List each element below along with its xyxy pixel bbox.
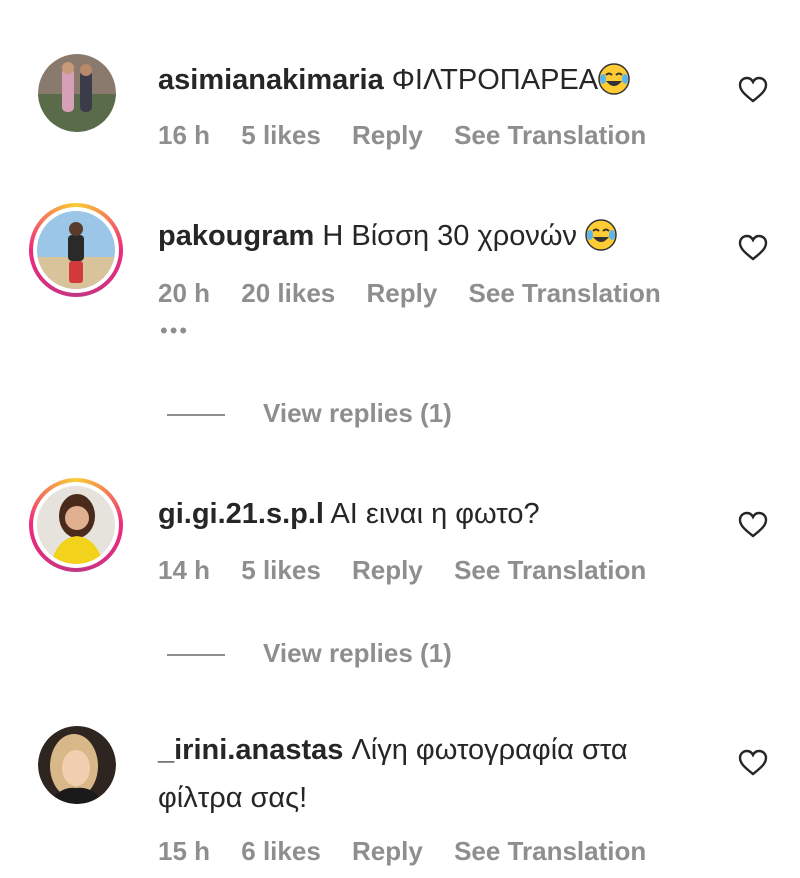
reply-button[interactable]: Reply xyxy=(366,278,437,308)
more-options-icon[interactable]: ••• xyxy=(160,318,189,344)
divider-line xyxy=(167,654,225,657)
avatar-photo xyxy=(37,486,115,564)
comment-meta: 16 h 5 likes Reply See Translation xyxy=(158,120,670,151)
reply-button[interactable]: Reply xyxy=(352,120,423,150)
view-replies-button[interactable]: View replies (1) xyxy=(167,638,452,669)
likes-count[interactable]: 5 likes xyxy=(241,120,321,150)
likes-count[interactable]: 5 likes xyxy=(241,555,321,585)
timestamp: 14 h xyxy=(158,555,211,585)
comment-meta: 20 h 20 likes Reply See Translation xyxy=(158,278,685,309)
timestamp: 15 h xyxy=(158,836,211,866)
timestamp: 16 h xyxy=(158,120,211,150)
see-translation-button[interactable]: See Translation xyxy=(454,555,646,585)
username[interactable]: asimianakimaria xyxy=(158,64,384,96)
avatar[interactable] xyxy=(29,478,123,572)
username[interactable]: _irini.anastas xyxy=(158,734,343,766)
avatar-photo xyxy=(37,211,115,289)
heart-outline-icon[interactable] xyxy=(738,76,768,104)
username[interactable]: gi.gi.21.s.p.l xyxy=(158,498,324,530)
likes-count[interactable]: 6 likes xyxy=(241,836,321,866)
comment-body-line-2: φίλτρα σας! xyxy=(158,782,308,814)
username[interactable]: pakougram xyxy=(158,220,314,252)
avatar[interactable] xyxy=(38,726,116,804)
comment-body: Η Βίσση 30 χρονών xyxy=(322,220,577,252)
comment-meta: 14 h 5 likes Reply See Translation xyxy=(158,555,670,586)
tears-of-joy-emoji xyxy=(598,63,630,104)
divider-line xyxy=(167,414,225,417)
view-replies-label: View replies (1) xyxy=(263,398,452,428)
likes-count[interactable]: 20 likes xyxy=(241,278,335,308)
comment-body: ΦΙΛΤΡΟΠΑΡΕΑ xyxy=(391,64,599,96)
tears-of-joy-emoji xyxy=(585,219,617,260)
reply-button[interactable]: Reply xyxy=(352,836,423,866)
timestamp: 20 h xyxy=(158,278,211,308)
heart-outline-icon[interactable] xyxy=(738,234,768,262)
comment-body: AI ειναι η φωτο? xyxy=(330,498,540,530)
avatar[interactable] xyxy=(38,54,116,132)
view-replies-button[interactable]: View replies (1) xyxy=(167,398,452,429)
comment-text: asimianakimaria ΦΙΛΤΡΟΠΑΡΕΑ xyxy=(158,62,630,104)
avatar-photo xyxy=(38,726,116,804)
see-translation-button[interactable]: See Translation xyxy=(454,836,646,866)
see-translation-button[interactable]: See Translation xyxy=(454,120,646,150)
comment-text: pakougram Η Βίσση 30 χρονών xyxy=(158,218,617,260)
avatar[interactable] xyxy=(29,203,123,297)
avatar-photo xyxy=(38,54,116,132)
comment-meta: 15 h 6 likes Reply See Translation xyxy=(158,836,670,867)
comment-text: gi.gi.21.s.p.l AI ειναι η φωτο? xyxy=(158,496,540,532)
heart-outline-icon[interactable] xyxy=(738,511,768,539)
see-translation-button[interactable]: See Translation xyxy=(469,278,661,308)
reply-button[interactable]: Reply xyxy=(352,555,423,585)
comment-body: Λίγη φωτογραφία στα xyxy=(351,734,628,766)
comment-text: _irini.anastas Λίγη φωτογραφία στα xyxy=(158,732,628,768)
heart-outline-icon[interactable] xyxy=(738,749,768,777)
view-replies-label: View replies (1) xyxy=(263,638,452,668)
